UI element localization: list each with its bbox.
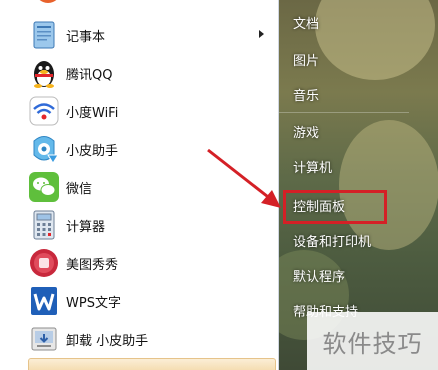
program-xiaopi-assistant[interactable]: 小皮助手 <box>28 132 274 166</box>
place-computer[interactable]: 计算机 <box>293 157 332 176</box>
program-notepad[interactable]: 记事本 <box>28 18 274 52</box>
watermark-text: 软件技巧 <box>322 329 423 358</box>
partial-program-icon <box>28 0 68 8</box>
place-devices-and-printers[interactable]: 设备和打印机 <box>293 231 371 250</box>
place-default-programs[interactable]: 默认程序 <box>293 266 345 285</box>
program-uninstall-xiaopi[interactable]: 卸载 小皮助手 <box>28 322 274 356</box>
program-meitu[interactable]: 美图秀秀 <box>28 246 274 280</box>
program-qq[interactable]: 腾讯QQ <box>28 56 274 90</box>
program-qq-label: 腾讯QQ <box>66 67 113 83</box>
place-games[interactable]: 游戏 <box>293 122 319 141</box>
xiaopi-assistant-icon <box>28 133 60 165</box>
place-pictures[interactable]: 图片 <box>293 50 319 69</box>
calculator-icon <box>28 209 60 241</box>
place-documents[interactable]: 文档 <box>293 13 319 32</box>
place-music[interactable]: 音乐 <box>293 85 319 104</box>
watermark: 软件技巧 <box>307 312 438 370</box>
places-divider <box>279 112 409 113</box>
program-notepad-label: 记事本 <box>66 29 106 45</box>
program-xiaodu-wifi-label: 小度WiFi <box>66 105 119 121</box>
background-decoration <box>315 0 435 80</box>
submenu-arrow-icon <box>259 30 264 38</box>
wechat-icon <box>28 171 60 203</box>
program-xiaopi-assistant-label: 小皮助手 <box>66 143 119 159</box>
program-calculator-label: 计算器 <box>66 219 106 235</box>
qq-penguin-icon <box>28 57 60 89</box>
program-wps-writer[interactable]: WPS文字 <box>28 284 274 318</box>
meitu-icon <box>28 247 60 279</box>
uninstall-icon <box>28 323 60 355</box>
wifi-icon <box>28 95 60 127</box>
program-meitu-label: 美图秀秀 <box>66 257 119 273</box>
all-programs-button[interactable] <box>28 358 276 370</box>
program-list: 记事本 腾讯QQ 小度WiFi 小皮助手 微信 计算器 美图秀秀 WPS文字 卸… <box>0 0 279 370</box>
notepad-icon <box>28 19 60 51</box>
program-uninstall-xiaopi-label: 卸载 小皮助手 <box>66 333 149 349</box>
place-control-panel[interactable]: 控制面板 <box>293 196 345 215</box>
start-menu: 记事本 腾讯QQ 小度WiFi 小皮助手 微信 计算器 美图秀秀 WPS文字 卸… <box>0 0 438 370</box>
program-xiaodu-wifi[interactable]: 小度WiFi <box>28 94 274 128</box>
program-wps-writer-label: WPS文字 <box>66 295 121 311</box>
program-wechat-label: 微信 <box>66 181 93 197</box>
wps-writer-icon <box>28 285 60 317</box>
program-wechat[interactable]: 微信 <box>28 170 274 204</box>
program-calculator[interactable]: 计算器 <box>28 208 274 242</box>
